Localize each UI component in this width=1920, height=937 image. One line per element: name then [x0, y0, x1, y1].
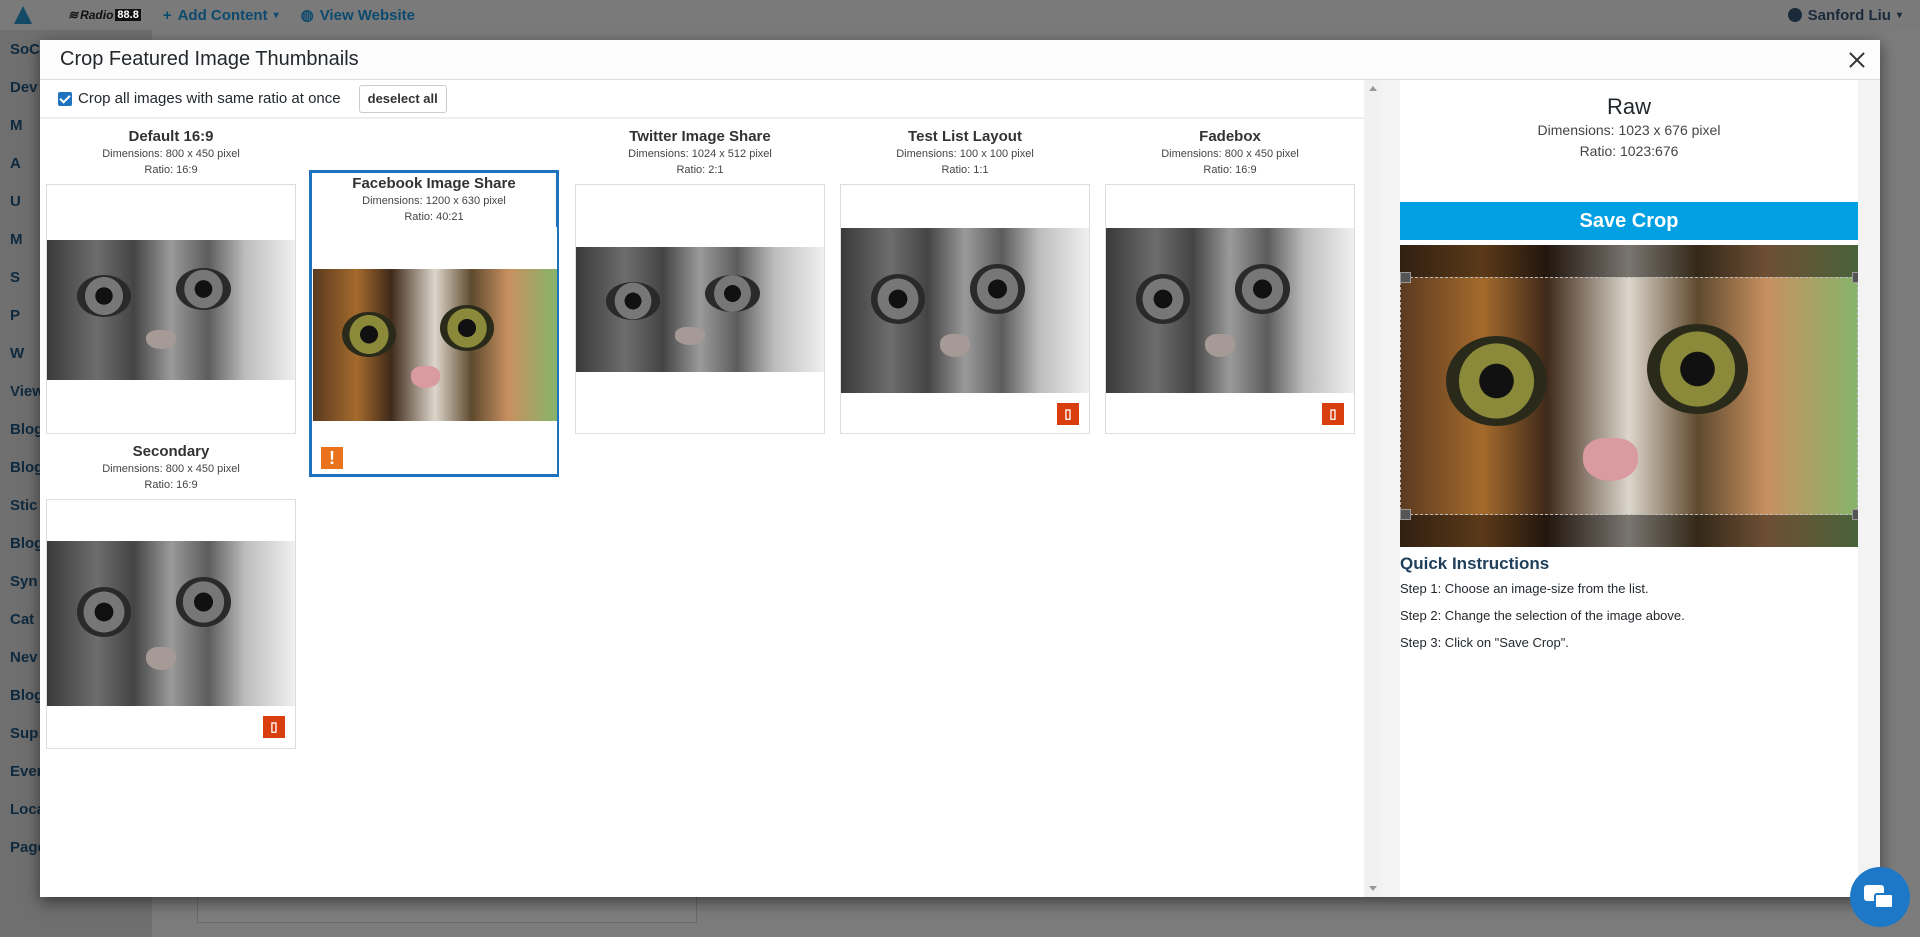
- warning-icon: ▯: [1320, 401, 1346, 427]
- thumbnail-title: Facebook Image Share: [352, 175, 516, 192]
- thumbnail-ratio: Ratio: 40:21: [404, 211, 464, 223]
- modal-title: Crop Featured Image Thumbnails: [60, 48, 359, 70]
- thumbnail-dimensions: Dimensions: 800 x 450 pixel: [102, 463, 240, 475]
- crop-dimensions: Dimensions: 1023 x 676 pixel: [1537, 122, 1721, 138]
- cat-image: [313, 269, 557, 421]
- thumbnail-preview: [46, 184, 296, 434]
- warning-icon: !: [319, 445, 345, 471]
- instruction-step: Step 3: Click on "Save Crop".: [1400, 635, 1569, 650]
- thumbnail-dimensions: Dimensions: 800 x 450 pixel: [102, 148, 240, 160]
- crop-handle[interactable]: [1852, 509, 1858, 520]
- crop-handle[interactable]: [1852, 272, 1858, 283]
- thumbnail-preview: ▯: [840, 184, 1090, 434]
- thumbnail-ratio: Ratio: 16:9: [144, 164, 198, 176]
- plus-icon: +: [162, 6, 172, 24]
- crop-handle[interactable]: [1400, 509, 1411, 520]
- crop-editor: Raw Dimensions: 1023 x 676 pixel Ratio: …: [1400, 80, 1858, 897]
- thumbnail-preview: ▯: [46, 499, 296, 749]
- radio-logo-wave-icon: ≋: [68, 8, 79, 22]
- crop-title: Raw: [1606, 94, 1651, 119]
- chat-bubble-icon: [1874, 893, 1894, 909]
- thumbnail-preview: [575, 184, 825, 434]
- crop-mask-top: [1400, 245, 1858, 277]
- thumbnail-dimensions: Dimensions: 800 x 450 pixel: [1161, 148, 1299, 160]
- content-field: [197, 893, 697, 923]
- instruction-step: Step 1: Choose an image-size from the li…: [1400, 581, 1649, 596]
- scroll-down-icon[interactable]: [1369, 886, 1377, 891]
- instruction-step: Step 2: Change the selection of the imag…: [1400, 608, 1685, 623]
- warning-icon: ▯: [1055, 401, 1081, 427]
- thumbnail-title: Default 16:9: [128, 128, 214, 145]
- modal-header: Crop Featured Image Thumbnails: [40, 40, 1880, 80]
- thumbnail-ratio: Ratio: 1:1: [941, 164, 989, 176]
- chevron-down-icon: ▾: [273, 9, 279, 21]
- cat-image: [47, 240, 295, 380]
- thumbnail-dimensions: Dimensions: 1024 x 512 pixel: [628, 148, 772, 160]
- close-icon[interactable]: [1840, 44, 1872, 76]
- thumbnail-ratio: Ratio: 16:9: [1203, 164, 1257, 176]
- chat-widget-button[interactable]: [1850, 867, 1910, 927]
- crop-all-label[interactable]: Crop all images with same ratio at once: [78, 90, 341, 107]
- add-content-menu[interactable]: + Add Content ▾: [163, 7, 279, 24]
- crop-editor-pane: Raw Dimensions: 1023 x 676 pixel Ratio: …: [1382, 80, 1880, 897]
- view-website-link[interactable]: ◍ View Website: [300, 6, 415, 25]
- thumbnail-test-list-layout[interactable]: Test List Layout Dimensions: 100 x 100 p…: [840, 124, 1090, 434]
- thumbnail-default-16-9[interactable]: Default 16:9 Dimensions: 800 x 450 pixel…: [46, 124, 296, 434]
- thumbnail-dimensions: Dimensions: 1200 x 630 pixel: [362, 195, 506, 207]
- crop-all-checkbox[interactable]: [58, 91, 72, 106]
- crop-mask-bottom: [1400, 515, 1858, 547]
- thumbnail-dimensions: Dimensions: 100 x 100 pixel: [896, 148, 1034, 160]
- quick-instructions-title: Quick Instructions: [1400, 554, 1550, 573]
- thumbnail-secondary[interactable]: Secondary Dimensions: 800 x 450 pixel Ra…: [46, 439, 296, 749]
- thumbnail-title: Fadebox: [1199, 128, 1261, 145]
- crop-canvas[interactable]: [1400, 245, 1858, 547]
- crop-handle[interactable]: [1400, 272, 1411, 283]
- scroll-up-icon[interactable]: [1369, 86, 1377, 91]
- save-crop-button[interactable]: Save Crop: [1400, 202, 1858, 240]
- thumbnail-preview: !: [313, 227, 557, 474]
- avatar: [1787, 8, 1802, 22]
- thumbnail-facebook-image-share[interactable]: Facebook Image Share Dimensions: 1200 x …: [309, 170, 559, 477]
- thumbnail-twitter-image-share[interactable]: Twitter Image Share Dimensions: 1024 x 5…: [575, 124, 825, 434]
- globe-icon: ◍: [300, 7, 314, 24]
- deselect-all-button[interactable]: deselect all: [358, 84, 447, 113]
- chevron-down-icon: ▾: [1896, 9, 1902, 21]
- wordpress-logo-icon[interactable]: [12, 4, 34, 26]
- thumbnail-title: Twitter Image Share: [629, 128, 771, 145]
- thumbnail-title: Test List Layout: [908, 128, 1022, 145]
- cat-image: [1106, 228, 1354, 393]
- thumbnail-fadebox[interactable]: Fadebox Dimensions: 800 x 450 pixel Rati…: [1105, 124, 1355, 434]
- thumbnails-pane: Crop all images with same ratio at once …: [40, 80, 1364, 897]
- crop-ratio: Ratio: 1023:676: [1579, 143, 1679, 159]
- thumbnail-ratio: Ratio: 16:9: [144, 479, 198, 491]
- thumbnail-preview: ▯: [1105, 184, 1355, 434]
- scrollbar[interactable]: [1364, 80, 1382, 897]
- cat-image: [47, 541, 295, 706]
- warning-icon: ▯: [261, 714, 287, 740]
- cat-image: [576, 247, 824, 372]
- crop-modal: Crop Featured Image Thumbnails Crop all …: [40, 40, 1880, 897]
- admin-bar: ≋ Radio 88.8 + Add Content ▾ ◍ View Webs…: [0, 0, 1920, 30]
- toolbar: Crop all images with same ratio at once …: [40, 80, 1364, 119]
- thumbnail-title: Secondary: [132, 443, 210, 460]
- crop-selection[interactable]: [1400, 272, 1858, 520]
- thumbnail-ratio: Ratio: 2:1: [676, 164, 724, 176]
- cat-image: [841, 228, 1089, 393]
- user-menu[interactable]: Sanford Liu ▾: [1787, 0, 1902, 30]
- site-logo[interactable]: ≋ Radio 88.8: [68, 8, 141, 22]
